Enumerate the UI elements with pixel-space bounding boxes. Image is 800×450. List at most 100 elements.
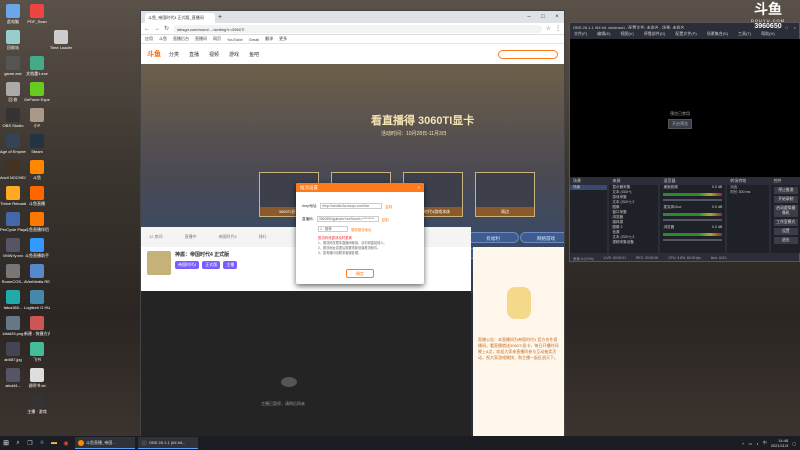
desktop-icon[interactable]: 斗鱼直播伴侣 — [24, 212, 50, 232]
desktop-icon[interactable]: 斗鱼直播 — [24, 186, 50, 206]
taskbar-app[interactable]: OBS 26.1.1 (64 bit... — [138, 437, 198, 449]
network-icon[interactable]: ▭ — [749, 441, 753, 446]
desktop-icon[interactable]: ididd25.png — [0, 316, 26, 336]
rtmp-field[interactable]: rtmp://sendtc3a.douyu.com/live — [320, 203, 383, 209]
volume-slider[interactable] — [663, 199, 723, 201]
desktop-icon[interactable]: 主播 · 游戏 — [24, 394, 50, 414]
star-icon[interactable]: ☆ — [546, 25, 551, 32]
site-nav-item[interactable]: 视频 — [209, 51, 219, 58]
desktop-icon[interactable]: GeForce Experience — [24, 82, 50, 102]
clock[interactable]: 14:48 2021/11/3 — [771, 438, 789, 448]
obs-menu-item[interactable]: 编辑(E) — [597, 31, 610, 39]
search-icon[interactable]: ⌕ — [12, 440, 24, 447]
room-stat[interactable]: 排行 — [259, 234, 267, 240]
update-address-link[interactable]: 更新推流地址 — [351, 227, 371, 232]
obs-menu-item[interactable]: 场景集合(S) — [707, 31, 728, 39]
site-nav-item[interactable]: 鱼吧 — [249, 51, 259, 58]
enable-preview-button[interactable]: 开启预览 — [668, 119, 692, 129]
task-view-icon[interactable]: ❐ — [24, 440, 36, 447]
volume-icon[interactable]: ◖ — [756, 441, 758, 446]
bookmark-item[interactable]: Gmail — [249, 37, 259, 42]
desktop-icon[interactable]: ab587.jpg — [0, 342, 26, 362]
avatar[interactable] — [147, 251, 171, 275]
obs-control-button[interactable]: 启动虚拟摄像机 — [773, 205, 799, 217]
volume-slider[interactable] — [663, 239, 723, 241]
site-search-input[interactable] — [498, 49, 558, 59]
desktop-icon[interactable]: Anvil NOCHECKTV — [0, 160, 26, 180]
obs-menu-item[interactable]: 配置文件(P) — [675, 31, 696, 39]
new-tab-icon[interactable]: + — [218, 13, 222, 23]
site-nav-item[interactable]: 游戏 — [229, 51, 239, 58]
dialog-close-icon[interactable]: × — [417, 185, 420, 190]
desktop-icon[interactable]: 斗鱼直播助手 — [24, 238, 50, 258]
obs-control-button[interactable]: 开始录制 — [773, 196, 799, 203]
back-icon[interactable]: ← — [144, 26, 150, 32]
bookmark-item[interactable]: 翻译 — [265, 36, 273, 42]
duration-input[interactable]: 300 ms — [738, 190, 750, 194]
site-nav-item[interactable]: 分类 — [169, 51, 179, 58]
desktop-icon[interactable]: 回收站 — [0, 30, 26, 50]
copy-code-button[interactable]: 复制 — [382, 217, 389, 222]
bookmark-item[interactable]: 斗鱼 — [159, 36, 167, 42]
minimize-icon[interactable]: – — [522, 11, 536, 23]
desktop-icon[interactable]: 回 收 — [0, 82, 26, 102]
taskbar-app[interactable]: 斗鱼直播_帝国... — [75, 437, 135, 449]
bookmark-item[interactable]: 直播后台 — [173, 36, 189, 42]
obs-control-button[interactable]: 工作室模式 — [773, 219, 799, 226]
maximize-icon[interactable]: □ — [536, 11, 550, 23]
obs-control-button[interactable]: 停止推流 — [773, 187, 799, 194]
desktop-icon[interactable]: 新建 - 快捷方式 — [24, 316, 50, 336]
room-tag[interactable]: 正式版 — [202, 261, 221, 269]
close-icon[interactable]: × — [550, 11, 564, 23]
desktop-icon[interactable]: 小P — [24, 108, 50, 128]
site-nav-item[interactable]: 直播 — [189, 51, 199, 58]
desktop-icon[interactable]: 飞书 — [24, 342, 50, 362]
bookmark-item[interactable]: 应用 — [145, 36, 153, 42]
room-tag[interactable]: 帝国时代4 — [175, 261, 200, 269]
room-stat[interactable]: 帝国时代4 — [219, 234, 237, 240]
desktop-icon[interactable]: Thrive Reloaded — [0, 186, 26, 206]
prize-card[interactable]: 周边 — [475, 172, 535, 217]
category-pill[interactable]: 有福利 — [467, 232, 519, 243]
desktop-icon[interactable]: 说明书.txt — [24, 368, 50, 388]
copy-rtmp-button[interactable]: 复制 — [385, 204, 392, 209]
desktop-icon[interactable]: 此电脑 — [0, 4, 26, 24]
volume-slider[interactable] — [663, 219, 723, 221]
windows-start-icon[interactable]: ⊞ — [0, 439, 12, 447]
desktop-icon[interactable]: Time Loader — [48, 30, 74, 50]
site-logo[interactable]: 斗鱼 — [147, 49, 161, 59]
tray-arrow-icon[interactable]: ˄ — [742, 441, 744, 446]
desktop-icon[interactable]: game.exe — [0, 56, 26, 76]
stream-code-field[interactable]: 3960650rjjuklabc?wsSecret=********* — [316, 216, 379, 222]
room-stat[interactable]: 直播中 — [185, 234, 197, 240]
bookmark-item[interactable]: 直播间 — [195, 36, 207, 42]
desktop-icon[interactable]: Steam — [24, 134, 50, 154]
room-stat[interactable]: 12 房间 — [149, 234, 163, 240]
desktop-icon[interactable]: RoomCOS... — [0, 264, 26, 284]
video-player[interactable]: 主播已暂停，请稍后再来 — [141, 291, 471, 449]
browser-tab[interactable]: 斗鱼_帝国时代4 正式版_直播间 — [145, 13, 215, 23]
desktop-icon[interactable]: OBS Studio — [0, 108, 26, 128]
desktop-icon[interactable]: VMW.fy.xxx — [0, 238, 26, 258]
desktop-icon[interactable]: Age of Empires IV — [0, 134, 26, 154]
obs-control-button[interactable]: 设置 — [773, 228, 799, 235]
confirm-button[interactable]: 确定 — [346, 269, 374, 278]
file-explorer-icon[interactable]: ▬ — [48, 440, 60, 446]
line-select[interactable]: 1 · 推荐 — [318, 226, 348, 232]
edge-icon[interactable]: e — [36, 440, 48, 446]
desktop-icon[interactable]: afcd44... — [0, 368, 26, 388]
url-input[interactable]: sthsgn.com/room/..../setting?r=3960TI — [173, 24, 542, 33]
bookmark-item[interactable]: 更多 — [279, 36, 287, 42]
bookmark-item[interactable]: 网页 — [213, 36, 221, 42]
ime-icon[interactable]: 中 — [763, 440, 767, 446]
room-tag[interactable]: 主播 — [223, 261, 238, 269]
desktop-icon[interactable]: Logitech G HUB — [24, 290, 50, 310]
leak-warning-link[interactable]: 推流码泄露请及时更换 — [318, 235, 352, 240]
chrome-icon[interactable]: ◉ — [60, 440, 72, 447]
menu-icon[interactable]: ⋮ — [555, 25, 561, 32]
desktop-icon[interactable]: fatus360... — [0, 290, 26, 310]
bookmark-item[interactable]: YouTube — [227, 37, 243, 42]
obs-menu-item[interactable]: 视图(V) — [620, 31, 633, 39]
desktop-icon[interactable]: PDF_Scan — [24, 4, 50, 24]
desktop-icon[interactable]: AVerMedia RECentral 4 — [24, 264, 50, 284]
